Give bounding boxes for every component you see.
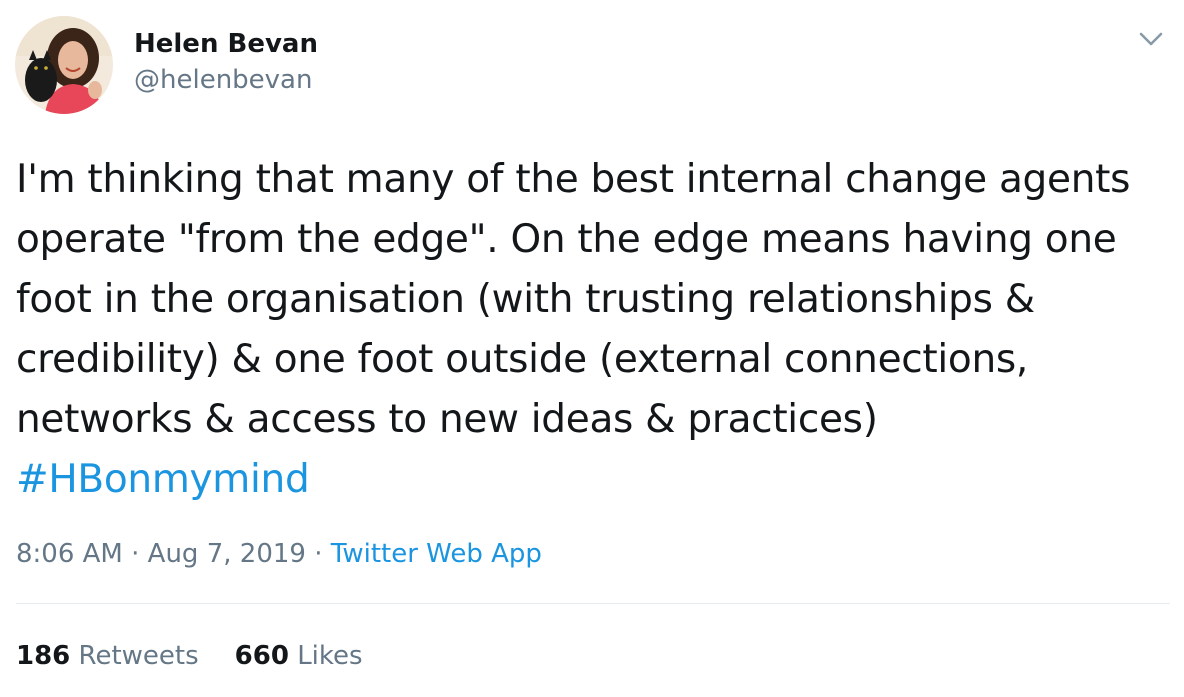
tweet-card: Helen Bevan @helenbevan I'm thinking tha… — [0, 0, 1184, 697]
tweet-stats: 186 Retweets 660 Likes — [16, 638, 363, 674]
chevron-down-icon — [1139, 32, 1163, 46]
tweet-meta: 8:06 AM · Aug 7, 2019 · Twitter Web App — [16, 536, 542, 572]
tweet-source-link[interactable]: Twitter Web App — [331, 539, 542, 569]
avatar[interactable] — [15, 16, 113, 114]
author-handle[interactable]: @helenbevan — [134, 62, 318, 98]
author-info: Helen Bevan @helenbevan — [134, 26, 318, 98]
meta-separator: · — [122, 539, 148, 569]
tweet-text: I'm thinking that many of the best inter… — [16, 150, 1166, 510]
likes-count: 660 — [234, 641, 289, 671]
tweet-date[interactable]: Aug 7, 2019 — [148, 539, 306, 569]
likes-label: Likes — [297, 641, 363, 671]
author-display-name[interactable]: Helen Bevan — [134, 26, 318, 62]
profile-photo-icon — [15, 16, 113, 114]
retweets-label: Retweets — [78, 641, 199, 671]
retweets-count: 186 — [16, 641, 71, 671]
divider — [16, 603, 1170, 604]
likes-stat[interactable]: 660 Likes — [235, 638, 363, 674]
tweet-body: I'm thinking that many of the best inter… — [16, 157, 1131, 442]
tweet-time[interactable]: 8:06 AM — [16, 539, 123, 569]
more-options-button[interactable] — [1136, 26, 1166, 52]
hashtag-link[interactable]: #HBonmymind — [16, 457, 310, 502]
retweets-stat[interactable]: 186 Retweets — [16, 638, 199, 674]
meta-separator: · — [305, 539, 331, 569]
